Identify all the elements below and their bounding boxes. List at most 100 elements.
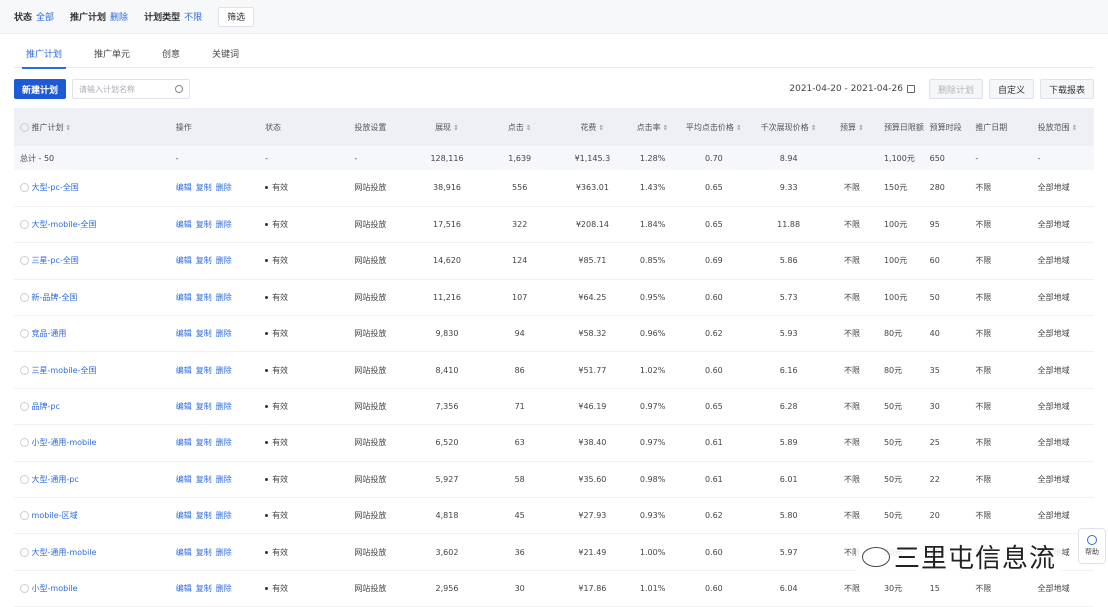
search-icon[interactable] <box>175 85 184 93</box>
row-daily: 80元 <box>883 329 903 339</box>
col-cpc[interactable]: 平均点击价格 ⇕ <box>676 108 751 146</box>
edit-link[interactable]: 编辑 <box>176 220 192 229</box>
row-name-link[interactable]: 小型-通用-mobile <box>32 438 97 447</box>
row-name-link[interactable]: 三星-pc-全国 <box>32 256 79 265</box>
copy-link[interactable]: 复制 <box>196 256 212 265</box>
row-name-link[interactable]: 大型-通用-pc <box>32 475 79 484</box>
table-row: 竞品-通用 编辑 复制 删除 有效 网站投放 9,830 94 ¥58.32 0.96% 0.62 5… <box>14 316 1094 352</box>
row-checkbox[interactable] <box>20 220 29 230</box>
col-impr[interactable]: 展现 ⇕ <box>411 108 484 146</box>
col-range[interactable]: 投放范围 ⇕ <box>1032 108 1094 146</box>
delete-link[interactable]: 删除 <box>216 548 232 557</box>
edit-link[interactable]: 编辑 <box>176 475 192 484</box>
copy-link[interactable]: 复制 <box>196 402 212 411</box>
date-range-picker[interactable]: 2021-04-20 - 2021-04-26 <box>789 84 923 94</box>
edit-link[interactable]: 编辑 <box>176 293 192 302</box>
delete-link[interactable]: 删除 <box>216 584 232 593</box>
copy-link[interactable]: 复制 <box>196 475 212 484</box>
copy-link[interactable]: 复制 <box>196 548 212 557</box>
row-name-link[interactable]: mobile-区域 <box>32 511 78 520</box>
row-checkbox[interactable] <box>20 547 29 557</box>
copy-link[interactable]: 复制 <box>196 584 212 593</box>
row-cpc: 0.60 <box>704 583 723 593</box>
row-ctr: 0.95% <box>639 292 666 302</box>
delete-link[interactable]: 删除 <box>216 475 232 484</box>
copy-link[interactable]: 复制 <box>196 329 212 338</box>
filter-status[interactable]: 状态 全部 <box>14 10 54 23</box>
col-ctr[interactable]: 点击率 ⇕ <box>629 108 677 146</box>
delete-link[interactable]: 删除 <box>216 438 232 447</box>
edit-link[interactable]: 编辑 <box>176 329 192 338</box>
row-checkbox[interactable] <box>20 183 29 193</box>
delete-link[interactable]: 删除 <box>216 183 232 192</box>
new-plan-button[interactable]: 新建计划 <box>14 79 67 99</box>
delete-link[interactable]: 删除 <box>216 366 232 375</box>
delete-plan-button[interactable]: 删除计划 <box>928 79 983 99</box>
summary-label: 总计 - 50 <box>20 153 55 163</box>
row-checkbox[interactable] <box>20 256 29 266</box>
row-name-link[interactable]: 新-品牌-全国 <box>32 293 78 302</box>
row-name-link[interactable]: 大型-pc-全国 <box>32 183 79 192</box>
row-name-link[interactable]: 大型-mobile-全国 <box>32 220 97 229</box>
edit-link[interactable]: 编辑 <box>176 548 192 557</box>
row-name-link[interactable]: 品牌-pc <box>32 402 60 411</box>
row-checkbox[interactable] <box>20 474 29 484</box>
row-checkbox[interactable] <box>20 365 29 375</box>
download-report-button[interactable]: 下载报表 <box>1039 79 1094 99</box>
copy-link[interactable]: 复制 <box>196 511 212 520</box>
search-input[interactable]: 请输入计划名称 <box>72 79 191 99</box>
row-clicks: 556 <box>512 183 528 193</box>
delete-link[interactable]: 删除 <box>216 511 232 520</box>
col-cost[interactable]: 花费 ⇕ <box>556 108 629 146</box>
tab-keyword[interactable]: 关键词 <box>200 44 251 67</box>
row-name-link[interactable]: 三星-mobile-全国 <box>32 366 97 375</box>
col-cpm[interactable]: 千次展现价格 ⇕ <box>751 108 826 146</box>
copy-link[interactable]: 复制 <box>196 293 212 302</box>
tab-unit[interactable]: 推广单元 <box>82 44 142 67</box>
filter-type[interactable]: 计划类型 不限 <box>144 10 202 23</box>
select-all-checkbox[interactable] <box>20 122 29 132</box>
copy-link[interactable]: 复制 <box>196 183 212 192</box>
status-text: 有效 <box>272 511 289 521</box>
edit-link[interactable]: 编辑 <box>176 366 192 375</box>
filter-bar: 状态 全部 推广计划 删除 计划类型 不限 筛选 <box>0 0 1108 34</box>
custom-columns-button[interactable]: 自定义 <box>988 79 1034 99</box>
copy-link[interactable]: 复制 <box>196 366 212 375</box>
row-checkbox[interactable] <box>20 583 29 593</box>
filter-button[interactable]: 筛选 <box>218 6 255 27</box>
delete-link[interactable]: 删除 <box>216 220 232 229</box>
row-name-link[interactable]: 大型-通用-mobile <box>32 548 97 557</box>
tab-creative[interactable]: 创意 <box>150 44 192 67</box>
col-name[interactable]: 推广计划 ⇕ <box>14 108 170 146</box>
edit-link[interactable]: 编辑 <box>176 511 192 520</box>
row-checkbox[interactable] <box>20 402 29 412</box>
row-checkbox[interactable] <box>20 438 29 448</box>
row-ops: 编辑 复制 删除 <box>170 534 259 570</box>
filter-plan[interactable]: 推广计划 删除 <box>70 10 128 23</box>
edit-link[interactable]: 编辑 <box>176 402 192 411</box>
copy-link[interactable]: 复制 <box>196 220 212 229</box>
row-ctr: 0.93% <box>639 511 666 521</box>
edit-link[interactable]: 编辑 <box>176 584 192 593</box>
copy-link[interactable]: 复制 <box>196 438 212 447</box>
row-checkbox[interactable] <box>20 329 29 339</box>
delete-link[interactable]: 删除 <box>216 293 232 302</box>
row-name-link[interactable]: 小型-mobile <box>32 584 78 593</box>
row-daily: 50元 <box>883 474 903 484</box>
row-checkbox[interactable] <box>20 292 29 302</box>
col-budget[interactable]: 预算 ⇕ <box>826 108 878 146</box>
row-name-link[interactable]: 竞品-通用 <box>32 329 67 338</box>
col-clicks[interactable]: 点击 ⇕ <box>483 108 556 146</box>
delete-link[interactable]: 删除 <box>216 402 232 411</box>
help-widget[interactable]: 帮助 <box>1078 528 1106 564</box>
edit-link[interactable]: 编辑 <box>176 183 192 192</box>
row-checkbox[interactable] <box>20 511 29 521</box>
tab-campaign[interactable]: 推广计划 <box>14 44 74 69</box>
row-daily: 150元 <box>883 183 908 193</box>
edit-link[interactable]: 编辑 <box>176 438 192 447</box>
row-cpc: 0.61 <box>704 474 723 484</box>
row-setting: 网站投放 <box>354 438 387 448</box>
delete-link[interactable]: 删除 <box>216 256 232 265</box>
edit-link[interactable]: 编辑 <box>176 256 192 265</box>
delete-link[interactable]: 删除 <box>216 329 232 338</box>
